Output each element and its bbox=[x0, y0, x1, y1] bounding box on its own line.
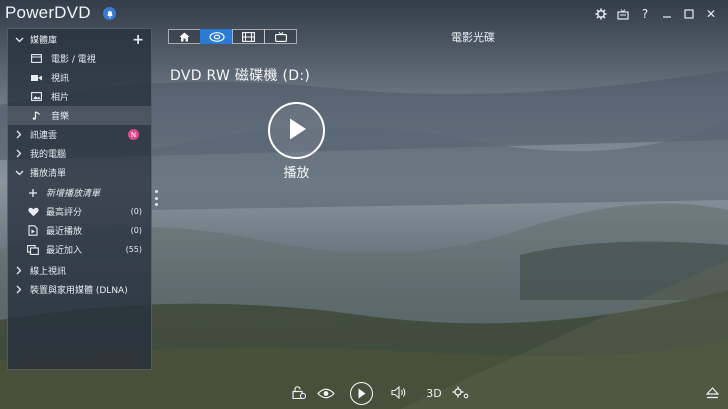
video-camera-icon bbox=[31, 73, 42, 83]
minimize-icon[interactable] bbox=[656, 6, 678, 22]
eye-icon bbox=[317, 384, 335, 403]
sidebar-item-label: 新增播放清單 bbox=[46, 189, 101, 199]
sidebar-item-label: 播放清單 bbox=[30, 169, 67, 179]
recent-add-icon bbox=[27, 244, 39, 255]
sidebar-item-music[interactable]: 音樂 bbox=[8, 106, 151, 125]
chevron-right-icon[interactable] bbox=[14, 149, 24, 159]
sidebar-item-label: 裝置與家用媒體 (DLNA) bbox=[30, 286, 128, 296]
help-icon[interactable]: ? bbox=[634, 6, 656, 22]
sidebar-item-photos[interactable]: 相片 bbox=[8, 87, 151, 106]
sidebar-item-online-video[interactable]: 線上視訊 bbox=[8, 261, 151, 280]
sidebar-item-recently-played[interactable]: 最近播放 (0) bbox=[8, 221, 151, 240]
chevron-right-icon[interactable] bbox=[14, 266, 24, 276]
item-count: (0) bbox=[130, 226, 142, 235]
sidebar-item-label: 音樂 bbox=[51, 112, 70, 122]
sidebar-item-top-rated[interactable]: 最高評分 (0) bbox=[8, 202, 151, 221]
sidebar-item-video[interactable]: 視訊 bbox=[8, 68, 151, 87]
eject-icon bbox=[705, 384, 719, 403]
tv-mode-icon[interactable] bbox=[612, 6, 634, 22]
sidebar-resize-handle[interactable] bbox=[154, 190, 158, 206]
speaker-icon bbox=[391, 384, 407, 403]
play-icon bbox=[357, 384, 366, 403]
photo-icon bbox=[31, 92, 42, 102]
sidebar-item-label: 電影 / 電視 bbox=[51, 55, 96, 65]
section-title: 電影光碟 bbox=[451, 31, 495, 44]
sidebar-item-movies-tv[interactable]: 電影 / 電視 bbox=[8, 49, 151, 68]
chevron-right-icon[interactable] bbox=[14, 130, 24, 140]
lock-controls-button[interactable] bbox=[290, 383, 308, 403]
lock-icon bbox=[292, 384, 307, 403]
3d-toggle-button[interactable]: 3D bbox=[424, 383, 444, 403]
playback-control-bar: 3D bbox=[0, 377, 728, 409]
play-label: 播放 bbox=[283, 166, 310, 181]
sidebar-item-label: 我的電腦 bbox=[30, 150, 67, 160]
sidebar-item-label: 最近播放 bbox=[46, 227, 83, 237]
title-bar: PowerDVD ? ✕ bbox=[0, 0, 728, 28]
sidebar-item-recently-added[interactable]: 最近加入 (55) bbox=[8, 240, 151, 259]
playback-settings-button[interactable] bbox=[451, 383, 471, 403]
sidebar-item-cyberlink-cloud[interactable]: 訊連雲 N bbox=[8, 125, 151, 144]
sidebar-item-playlist[interactable]: 播放清單 bbox=[8, 163, 151, 182]
settings-icon[interactable] bbox=[590, 6, 612, 22]
view-mode-button[interactable] bbox=[316, 383, 336, 403]
eject-button[interactable] bbox=[704, 383, 720, 403]
movie-tv-icon bbox=[31, 54, 42, 64]
sidebar-item-label: 最近加入 bbox=[46, 246, 83, 256]
sidebar-item-label: 最高評分 bbox=[46, 208, 83, 218]
disc-drive-title: DVD RW 磁碟機 (D:) bbox=[170, 68, 311, 84]
play-disc-button[interactable] bbox=[268, 102, 325, 159]
window-controls: ? ✕ bbox=[590, 6, 722, 22]
recent-play-icon bbox=[27, 225, 39, 236]
play-icon bbox=[286, 117, 308, 145]
chevron-right-icon[interactable] bbox=[14, 285, 24, 295]
item-count: (55) bbox=[125, 245, 142, 254]
item-count: (0) bbox=[130, 207, 142, 216]
heart-icon bbox=[27, 206, 39, 217]
sidebar-item-label: 相片 bbox=[51, 93, 70, 103]
new-badge: N bbox=[128, 129, 139, 140]
sidebar-item-my-computer[interactable]: 我的電腦 bbox=[8, 144, 151, 163]
sidebar-item-label: 線上視訊 bbox=[30, 267, 67, 277]
sidebar-item-label: 視訊 bbox=[51, 74, 70, 84]
sidebar: 媒體庫 + 電影 / 電視 視訊 相片 音樂 訊連雲 N 我的電腦 播放清單 新… bbox=[7, 28, 152, 370]
music-note-icon bbox=[31, 110, 42, 121]
sidebar-item-devices-dlna[interactable]: 裝置與家用媒體 (DLNA) bbox=[8, 280, 151, 299]
add-icon bbox=[27, 187, 39, 198]
close-icon[interactable]: ✕ bbox=[700, 6, 722, 22]
maximize-icon[interactable] bbox=[678, 6, 700, 22]
volume-button[interactable] bbox=[390, 383, 408, 403]
sidebar-item-new-playlist[interactable]: 新增播放清單 bbox=[8, 183, 151, 202]
sidebar-item-label: 訊連雲 bbox=[30, 131, 58, 141]
app-title: PowerDVD bbox=[5, 3, 91, 22]
play-button[interactable] bbox=[350, 382, 373, 405]
notification-bell-icon[interactable] bbox=[103, 7, 116, 20]
gears-icon bbox=[452, 384, 470, 403]
chevron-down-icon[interactable] bbox=[14, 168, 24, 178]
